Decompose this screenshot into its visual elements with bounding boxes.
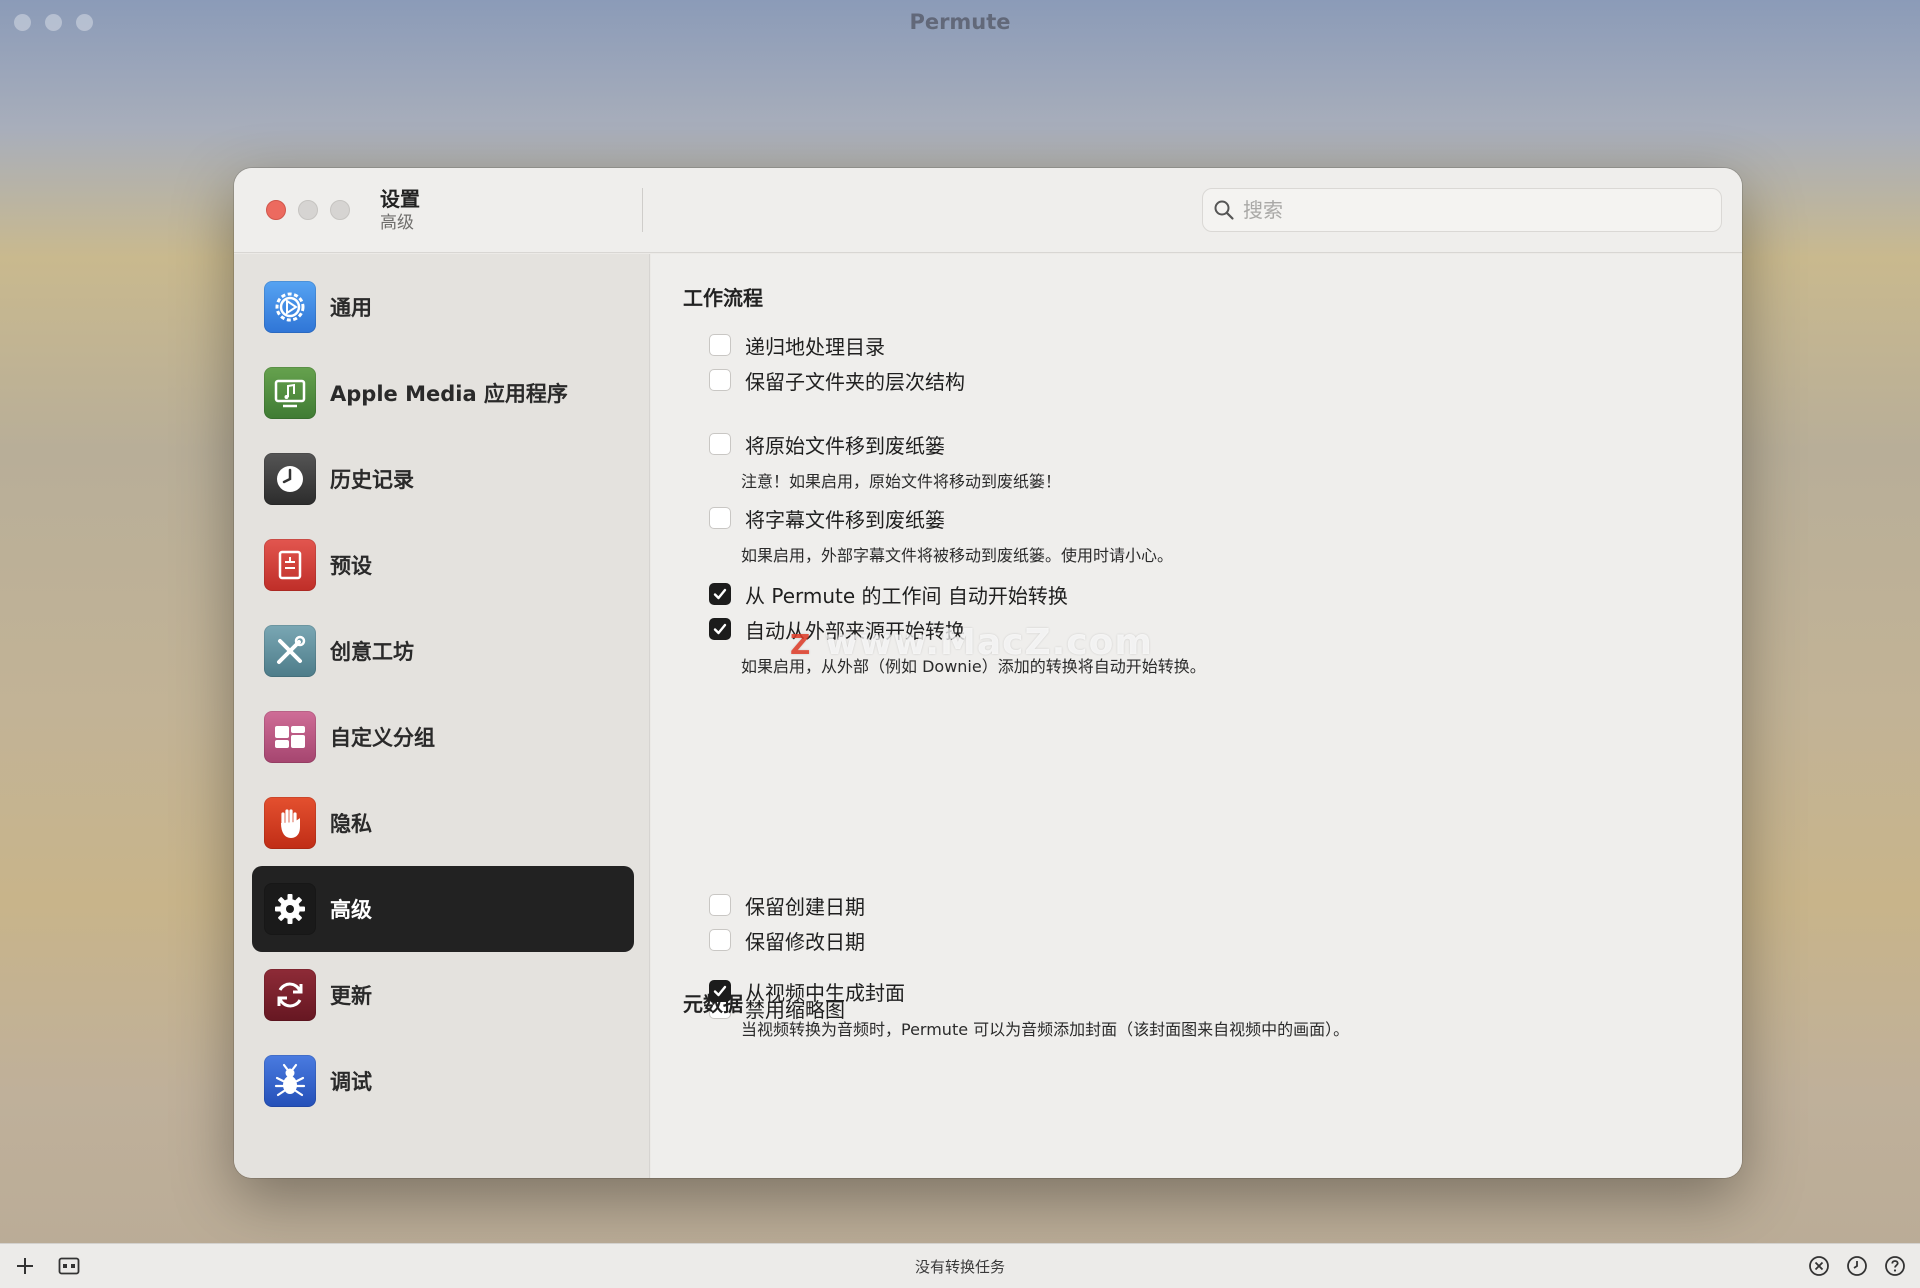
preset-sliders-icon <box>264 539 316 591</box>
sidebar-item-label: 隐私 <box>330 812 372 836</box>
checkmark-icon <box>713 985 727 997</box>
option-trash-original[interactable]: 将原始文件移到废纸篓 <box>709 430 945 458</box>
search-field[interactable] <box>1202 188 1722 232</box>
sidebar-item-history[interactable]: 历史记录 <box>252 436 634 522</box>
app-zoom-button[interactable] <box>76 14 93 31</box>
plus-icon <box>17 1258 33 1274</box>
search-input[interactable] <box>1243 198 1683 222</box>
close-circle-icon <box>1809 1256 1829 1276</box>
option-preserve-modification-date[interactable]: 保留修改日期 <box>709 926 865 954</box>
sidebar-item-debug[interactable]: 调试 <box>252 1038 634 1124</box>
search-icon <box>1214 200 1234 220</box>
bug-icon <box>264 1055 316 1107</box>
status-bar-left <box>12 1253 82 1279</box>
option-label: 将字幕文件移到废纸篓 <box>745 507 945 532</box>
sidebar-item-label: 更新 <box>330 984 372 1008</box>
checkmark-icon <box>713 623 727 635</box>
checkbox-checked[interactable] <box>709 618 731 640</box>
option-label: 从视频中生成封面 <box>745 980 905 1005</box>
sidebar-item-label: 自定义分组 <box>330 726 435 750</box>
help-icon <box>1885 1256 1905 1276</box>
note-trash-original: 注意！如果启用，原始文件将移动到废纸篓！ <box>741 472 1062 491</box>
sidebar-item-privacy[interactable]: 隐私 <box>252 780 634 866</box>
group-blocks-icon <box>264 711 316 763</box>
workshop-button[interactable] <box>56 1253 82 1279</box>
settings-title: 设置 <box>380 187 420 211</box>
app-close-button[interactable] <box>14 14 31 31</box>
option-label: 从 Permute 的工作间 自动开始转换 <box>745 583 1068 608</box>
checkbox[interactable] <box>709 433 731 455</box>
settings-subtitle: 高级 <box>380 213 414 233</box>
minimize-button[interactable] <box>298 200 318 220</box>
film-icon <box>58 1257 80 1275</box>
checkbox-checked[interactable] <box>709 583 731 605</box>
option-trash-subtitles[interactable]: 将字幕文件移到废纸篓 <box>709 504 945 532</box>
watermark: Z www.MacZ.com <box>790 622 1153 663</box>
sidebar-item-label: 通用 <box>330 296 372 320</box>
option-generate-cover[interactable]: 从视频中生成封面 <box>709 977 905 1005</box>
option-label: 保留创建日期 <box>745 894 865 919</box>
window-controls <box>266 200 350 220</box>
music-display-icon <box>264 367 316 419</box>
sidebar-item-presets[interactable]: 预设 <box>252 522 634 608</box>
sidebar-item-general[interactable]: 通用 <box>252 264 634 350</box>
sidebar-item-apple-media[interactable]: Apple Media 应用程序 <box>252 350 634 436</box>
checkbox[interactable] <box>709 369 731 391</box>
sidebar-item-advanced[interactable]: 高级 <box>252 866 634 952</box>
watermark-logo: Z <box>790 628 812 661</box>
status-bar-right <box>1806 1253 1908 1279</box>
option-preserve-subfolders[interactable]: 保留子文件夹的层次结构 <box>709 366 965 394</box>
app-title: Permute <box>909 10 1011 34</box>
sidebar-item-label: 高级 <box>330 898 372 922</box>
option-label: 将原始文件移到废纸篓 <box>745 433 945 458</box>
sidebar-item-label: 调试 <box>330 1070 372 1094</box>
status-text: 没有转换任务 <box>914 1257 1005 1276</box>
checkbox-checked[interactable] <box>709 980 731 1002</box>
option-autostart-workspace[interactable]: 从 Permute 的工作间 自动开始转换 <box>709 580 1068 608</box>
sidebar-item-label: 预设 <box>330 554 372 578</box>
option-recursive-directories[interactable]: 递归地处理目录 <box>709 331 885 359</box>
sidebar-item-workshop[interactable]: 创意工坊 <box>252 608 634 694</box>
checkbox[interactable] <box>709 507 731 529</box>
app-title-bar: Permute <box>0 0 1920 44</box>
sidebar-item-label: 历史记录 <box>330 468 414 492</box>
clock-icon <box>1847 1256 1867 1276</box>
hand-icon <box>264 797 316 849</box>
refresh-icon <box>264 969 316 1021</box>
header-divider <box>642 188 643 232</box>
zoom-button[interactable] <box>330 200 350 220</box>
settings-content: 工作流程 递归地处理目录 保留子文件夹的层次结构 将原始文件移到废纸篓 注意！如… <box>651 254 1742 1178</box>
settings-header: 设置 高级 <box>234 168 1742 253</box>
app-minimize-button[interactable] <box>45 14 62 31</box>
add-button[interactable] <box>12 1253 38 1279</box>
note-trash-subtitles: 如果启用，外部字幕文件将被移动到废纸篓。使用时请小心。 <box>741 546 1174 565</box>
option-label: 保留子文件夹的层次结构 <box>745 369 965 394</box>
sidebar-item-label: 创意工坊 <box>330 640 414 664</box>
settings-sidebar: 通用 Apple Media 应用程序 历史记录 预设 创意工坊 自定义分组 隐… <box>234 254 650 1178</box>
option-label: 保留修改日期 <box>745 929 865 954</box>
sidebar-item-custom-groups[interactable]: 自定义分组 <box>252 694 634 780</box>
settings-window: 设置 高级 通用 <box>234 168 1742 1178</box>
checkmark-icon <box>713 588 727 600</box>
checkbox[interactable] <box>709 334 731 356</box>
sidebar-item-updates[interactable]: 更新 <box>252 952 634 1038</box>
help-button[interactable] <box>1882 1253 1908 1279</box>
status-bar: 没有转换任务 <box>0 1243 1920 1288</box>
gear-dial-icon <box>264 281 316 333</box>
tools-icon <box>264 625 316 677</box>
sidebar-item-label: Apple Media 应用程序 <box>330 382 568 406</box>
app-window-controls <box>14 14 93 31</box>
close-button[interactable] <box>266 200 286 220</box>
option-preserve-creation-date[interactable]: 保留创建日期 <box>709 891 865 919</box>
section-title-workflow: 工作流程 <box>683 286 763 310</box>
checkbox[interactable] <box>709 894 731 916</box>
history-button[interactable] <box>1844 1253 1870 1279</box>
watermark-text: www.MacZ.com <box>824 622 1153 663</box>
header-titles: 设置 高级 <box>380 186 420 234</box>
clock-icon <box>264 453 316 505</box>
gear-icon <box>264 883 316 935</box>
option-label: 递归地处理目录 <box>745 334 885 359</box>
checkbox[interactable] <box>709 929 731 951</box>
cancel-all-button[interactable] <box>1806 1253 1832 1279</box>
